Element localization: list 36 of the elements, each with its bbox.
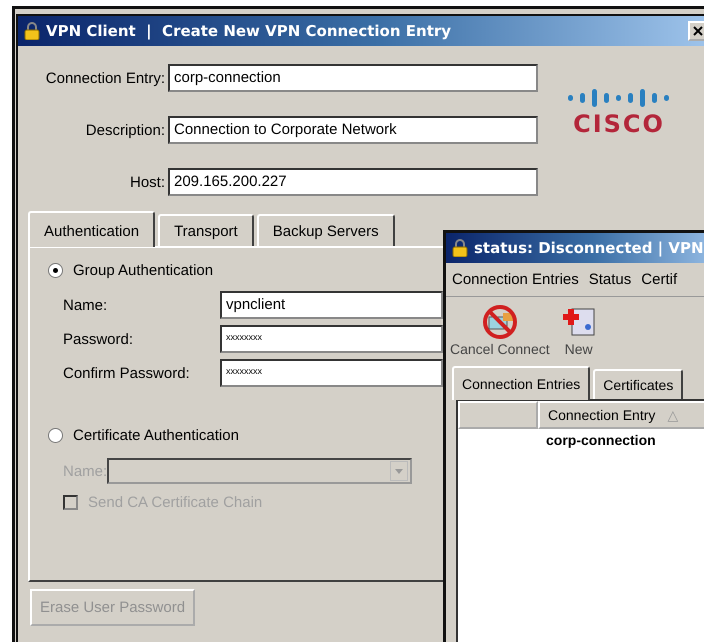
field-label: Confirm Password:: [63, 364, 191, 382]
input-field[interactable]: corp-connection: [168, 64, 538, 92]
tab[interactable]: Backup Servers: [256, 214, 395, 246]
field-label: Name:: [63, 296, 108, 314]
logo-text: CISCO: [573, 110, 665, 138]
menu-item[interactable]: Status: [588, 271, 632, 288]
tab[interactable]: Authentication: [28, 211, 156, 247]
menu-item[interactable]: Certif: [641, 271, 678, 288]
dropdown-field[interactable]: [107, 458, 412, 484]
column-header[interactable]: Connection Entry △: [538, 401, 704, 429]
menu-item[interactable]: Connection Entries: [452, 271, 579, 288]
toolbar-button[interactable]: New: [560, 303, 598, 357]
close-icon: [693, 26, 703, 36]
window-title: VPN Client | Create New VPN Connection Entry: [46, 22, 452, 40]
tab[interactable]: Connection Entries: [452, 366, 590, 400]
padlock-icon: [452, 239, 468, 257]
field-label: Host:: [128, 174, 166, 190]
tab[interactable]: Transport: [158, 214, 254, 246]
close-button[interactable]: [688, 21, 704, 41]
input-field[interactable]: vpnclient: [220, 291, 443, 319]
field-label: Password:: [63, 330, 134, 348]
radio-button[interactable]: [48, 263, 63, 278]
tab[interactable]: Certificates: [593, 369, 684, 399]
password-field[interactable]: xxxxxxxx: [220, 325, 443, 353]
padlock-icon: [24, 22, 40, 40]
toolbar-button[interactable]: Cancel Connect: [450, 303, 550, 357]
radio-label: Group Authentication: [73, 262, 214, 279]
field-label: Connection Entry:: [44, 70, 166, 86]
prohibited-plug-icon: [480, 303, 519, 341]
input-field[interactable]: 209.165.200.227: [168, 168, 538, 196]
input-field[interactable]: Connection to Corporate Network: [168, 116, 538, 144]
radio-label: Certificate Authentication: [73, 427, 239, 444]
field-label: Description:: [84, 122, 166, 138]
password-field[interactable]: xxxxxxxx: [220, 359, 443, 387]
window-title: status: Disconnected | VPN: [474, 239, 704, 257]
table-cell-text: corp-connection: [545, 432, 657, 448]
